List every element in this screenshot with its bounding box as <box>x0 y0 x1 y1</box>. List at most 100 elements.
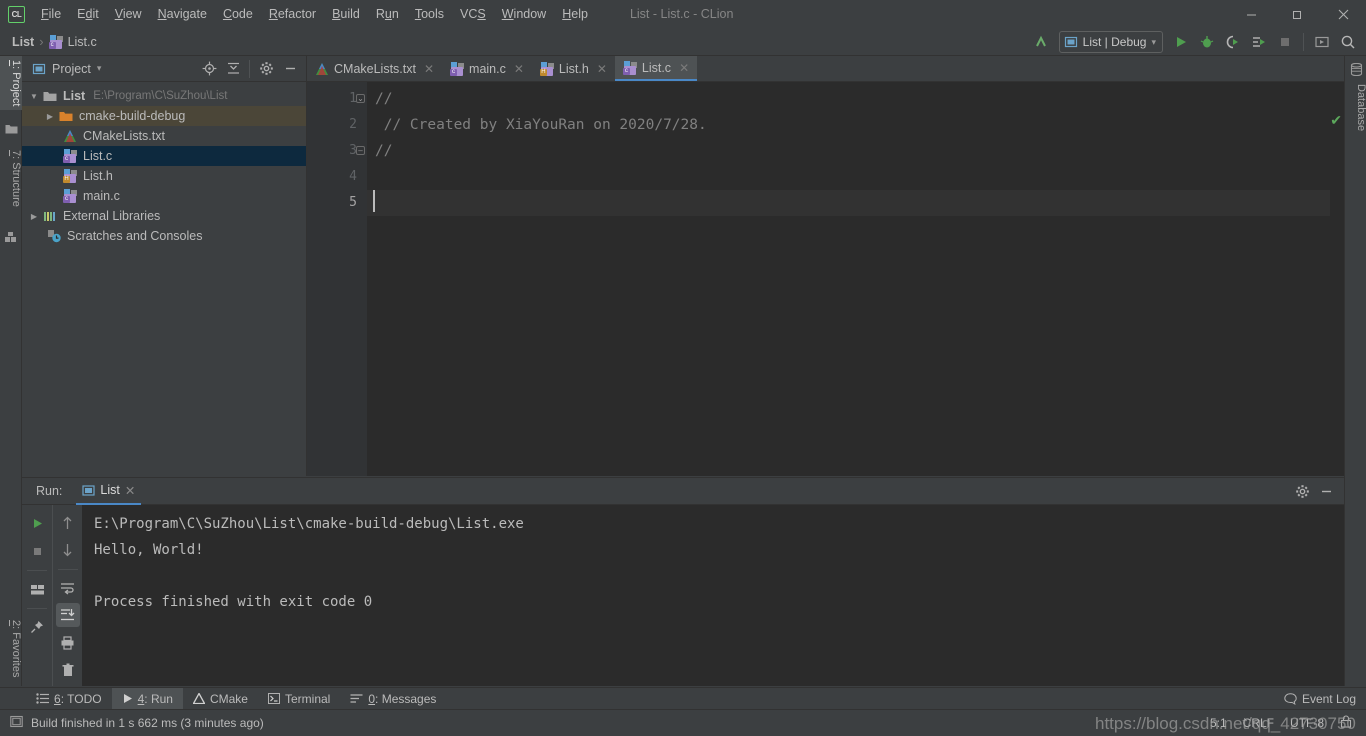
maximize-button[interactable] <box>1274 0 1320 28</box>
fold-end-icon[interactable]: – <box>356 146 365 155</box>
breadcrumb-file[interactable]: c List.c <box>45 31 101 53</box>
menu-window[interactable]: Window <box>494 0 554 28</box>
tree-row-list-h[interactable]: H List.h <box>22 166 306 186</box>
trash-icon[interactable] <box>56 658 80 682</box>
chevron-right-icon[interactable]: ▶ <box>44 110 56 122</box>
chevron-right-icon[interactable]: ▶ <box>28 210 40 222</box>
sidebar-item-project[interactable]: 1: Project <box>0 56 22 111</box>
down-arrow-icon[interactable] <box>56 539 80 563</box>
tree-row-cmake-build-debug[interactable]: ▶ cmake-build-debug <box>22 106 306 126</box>
menu-tools[interactable]: Tools <box>407 0 452 28</box>
tree-row-main-c[interactable]: c main.c <box>22 186 306 206</box>
menu-build[interactable]: Build <box>324 0 368 28</box>
menu-run[interactable]: Run <box>368 0 407 28</box>
rerun-icon[interactable] <box>25 511 49 535</box>
layout-icon[interactable] <box>25 577 49 601</box>
side-divider <box>27 570 47 571</box>
caret-position[interactable]: 5:1 <box>1210 716 1227 730</box>
run-button[interactable] <box>1169 30 1193 54</box>
tab-cmakelists-txt[interactable]: CMakeLists.txt ✕ <box>307 56 442 81</box>
breadcrumb-file-label: List.c <box>67 34 97 49</box>
event-log-button[interactable]: Event Log <box>1284 692 1366 706</box>
bottom-tab-messages[interactable]: 0: Messages <box>340 688 446 710</box>
line-separator[interactable]: CRLF <box>1243 716 1274 730</box>
folder-orange-icon <box>58 108 74 124</box>
run-tab-list[interactable]: List ✕ <box>76 478 142 505</box>
console-line: E:\Program\C\SuZhou\List\cmake-build-deb… <box>94 516 524 532</box>
editor-gutter[interactable]: 1 2 3 4 5 ⌄ – <box>307 82 367 476</box>
stop-button[interactable] <box>1273 30 1297 54</box>
collapse-all-icon[interactable] <box>221 57 245 81</box>
tree-row-list-root[interactable]: ▼ List E:\Program\C\SuZhou\List <box>22 86 306 106</box>
attach-to-process-icon[interactable] <box>1310 30 1334 54</box>
file-encoding[interactable]: UTF-8 <box>1290 716 1324 730</box>
window-title: List - List.c - CLion <box>629 7 734 21</box>
inspection-status-icon[interactable]: ✔ <box>1330 112 1342 129</box>
breadcrumb-project[interactable]: List <box>8 31 38 53</box>
structure-icon <box>4 231 18 245</box>
close-icon[interactable]: ✕ <box>424 62 434 76</box>
sidebar-item-favorites[interactable]: 2: Favorites <box>0 616 22 681</box>
menu-vcs[interactable]: VCS <box>452 0 494 28</box>
tree-row-cmakelists[interactable]: CMakeLists.txt <box>22 126 306 146</box>
tab-label: CMakeLists.txt <box>334 61 416 76</box>
hide-panel-icon[interactable] <box>278 57 302 81</box>
editor-scrollbar[interactable]: ✔ <box>1330 108 1344 476</box>
locate-icon[interactable] <box>197 57 221 81</box>
tab-list-h[interactable]: H List.h ✕ <box>532 56 615 81</box>
editor-body[interactable]: 1 2 3 4 5 ⌄ – // // Created by XiaYouRan… <box>307 82 1344 476</box>
settings-gear-icon[interactable] <box>254 57 278 81</box>
minimize-button[interactable] <box>1228 0 1274 28</box>
menu-edit[interactable]: Edit <box>69 0 107 28</box>
close-icon[interactable]: ✕ <box>514 62 524 76</box>
sidebar-item-structure[interactable]: 7: Structure <box>0 146 22 211</box>
run-config-icon <box>82 484 96 496</box>
menu-navigate[interactable]: Navigate <box>150 0 215 28</box>
menu-refactor[interactable]: Refactor <box>261 0 324 28</box>
tab-list-c[interactable]: c List.c ✕ <box>614 56 698 81</box>
menu-view[interactable]: View <box>107 0 150 28</box>
run-with-coverage-button[interactable] <box>1221 30 1245 54</box>
code-content[interactable]: // // Created by XiaYouRan on 2020/7/28.… <box>367 82 1344 476</box>
scroll-to-end-icon[interactable] <box>55 603 80 627</box>
stop-icon[interactable] <box>25 539 49 563</box>
up-arrow-icon[interactable] <box>56 511 80 535</box>
todo-icon <box>36 693 49 704</box>
tab-main-c[interactable]: c main.c ✕ <box>442 56 532 81</box>
run-configuration-selector[interactable]: List | Debug ▾ <box>1058 31 1163 53</box>
close-icon[interactable]: ✕ <box>125 483 135 498</box>
bottom-tab-run[interactable]: 4: Run <box>111 687 183 710</box>
tree-row-external-libraries[interactable]: ▶ External Libraries <box>22 206 306 226</box>
print-icon[interactable] <box>56 631 80 655</box>
project-panel-tools <box>197 57 306 81</box>
close-button[interactable] <box>1320 0 1366 28</box>
menu-code[interactable]: Code <box>215 0 261 28</box>
tree-project-path: E:\Program\C\SuZhou\List <box>93 90 228 102</box>
tree-row-scratches[interactable]: Scratches and Consoles <box>22 226 306 246</box>
search-everywhere-icon[interactable] <box>1336 30 1360 54</box>
title-bar: CL File Edit View Navigate Code Refactor… <box>0 0 1366 28</box>
bottom-tab-terminal[interactable]: Terminal <box>258 688 340 710</box>
sidebar-item-database[interactable]: Database <box>1345 80 1366 135</box>
run-panel-tools <box>1290 479 1344 503</box>
bottom-tab-cmake[interactable]: CMake <box>183 688 258 710</box>
menu-help[interactable]: Help <box>554 0 596 28</box>
tree-row-list-c[interactable]: c List.c <box>22 146 306 166</box>
chevron-down-icon[interactable]: ▼ <box>28 90 40 102</box>
bottom-tab-todo[interactable]: 6: TODO <box>26 688 112 710</box>
debug-button[interactable] <box>1195 30 1219 54</box>
console-output[interactable]: E:\Program\C\SuZhou\List\cmake-build-deb… <box>82 505 1344 686</box>
profile-button[interactable] <box>1247 30 1271 54</box>
event-log-label: Event Log <box>1301 691 1356 706</box>
soft-wrap-icon[interactable] <box>56 576 80 600</box>
close-icon[interactable]: ✕ <box>597 62 607 76</box>
hide-panel-icon[interactable] <box>1314 479 1338 503</box>
build-status-message: Build finished in 1 s 662 ms (3 minutes … <box>31 716 264 730</box>
close-icon[interactable]: ✕ <box>679 61 689 75</box>
lock-icon[interactable] <box>1340 715 1352 731</box>
settings-gear-icon[interactable] <box>1290 479 1314 503</box>
pin-icon[interactable] <box>25 615 49 639</box>
menu-file[interactable]: File <box>33 0 69 28</box>
update-arrow-icon[interactable] <box>1029 30 1053 54</box>
fold-collapse-icon[interactable]: ⌄ <box>356 94 365 103</box>
